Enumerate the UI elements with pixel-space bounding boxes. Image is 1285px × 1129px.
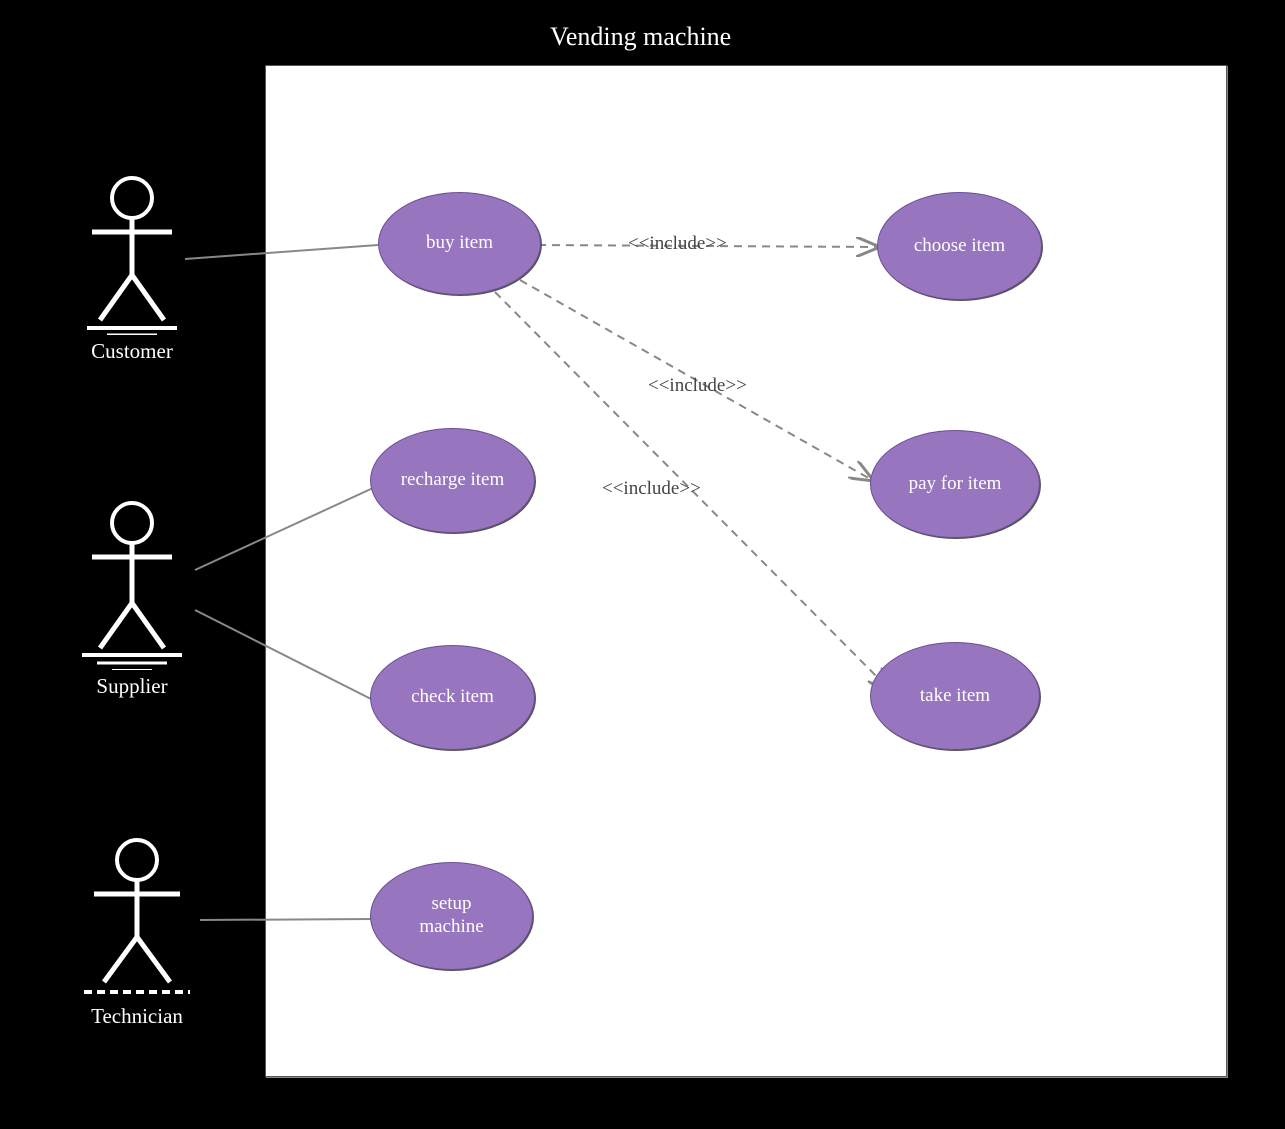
usecase-pay-for-item: pay for item (870, 430, 1040, 538)
usecase-check-item: check item (370, 645, 535, 750)
usecase-label: check item (411, 686, 494, 709)
usecase-label: choose item (914, 235, 1005, 258)
usecase-setup-machine: setup machine (370, 862, 533, 970)
actor-icon (72, 832, 202, 1000)
actor-icon (72, 495, 192, 670)
include-label-1: <<include>> (628, 233, 727, 255)
include-label-3: <<include>> (602, 478, 701, 500)
usecase-recharge-item: recharge item (370, 428, 535, 533)
usecase-label: setup machine (419, 893, 483, 939)
actor-customer: Customer (72, 170, 192, 364)
usecase-choose-item: choose item (877, 192, 1042, 300)
usecase-label: buy item (426, 232, 493, 255)
diagram-canvas: Vending machine choose item --> pay for … (0, 0, 1285, 1129)
actor-customer-label: Customer (72, 339, 192, 364)
actor-supplier: Supplier (72, 495, 192, 699)
actor-technician: Technician (72, 832, 202, 1029)
usecase-buy-item: buy item (378, 192, 541, 295)
usecase-label: recharge item (401, 469, 505, 492)
actor-supplier-label: Supplier (72, 674, 192, 699)
usecase-label: take item (920, 685, 990, 708)
usecase-take-item: take item (870, 642, 1040, 750)
system-label: Vending machine (550, 22, 731, 52)
usecase-label: pay for item (909, 473, 1002, 496)
include-label-2: <<include>> (648, 375, 747, 397)
actor-icon (72, 170, 192, 335)
actor-technician-label: Technician (72, 1004, 202, 1029)
